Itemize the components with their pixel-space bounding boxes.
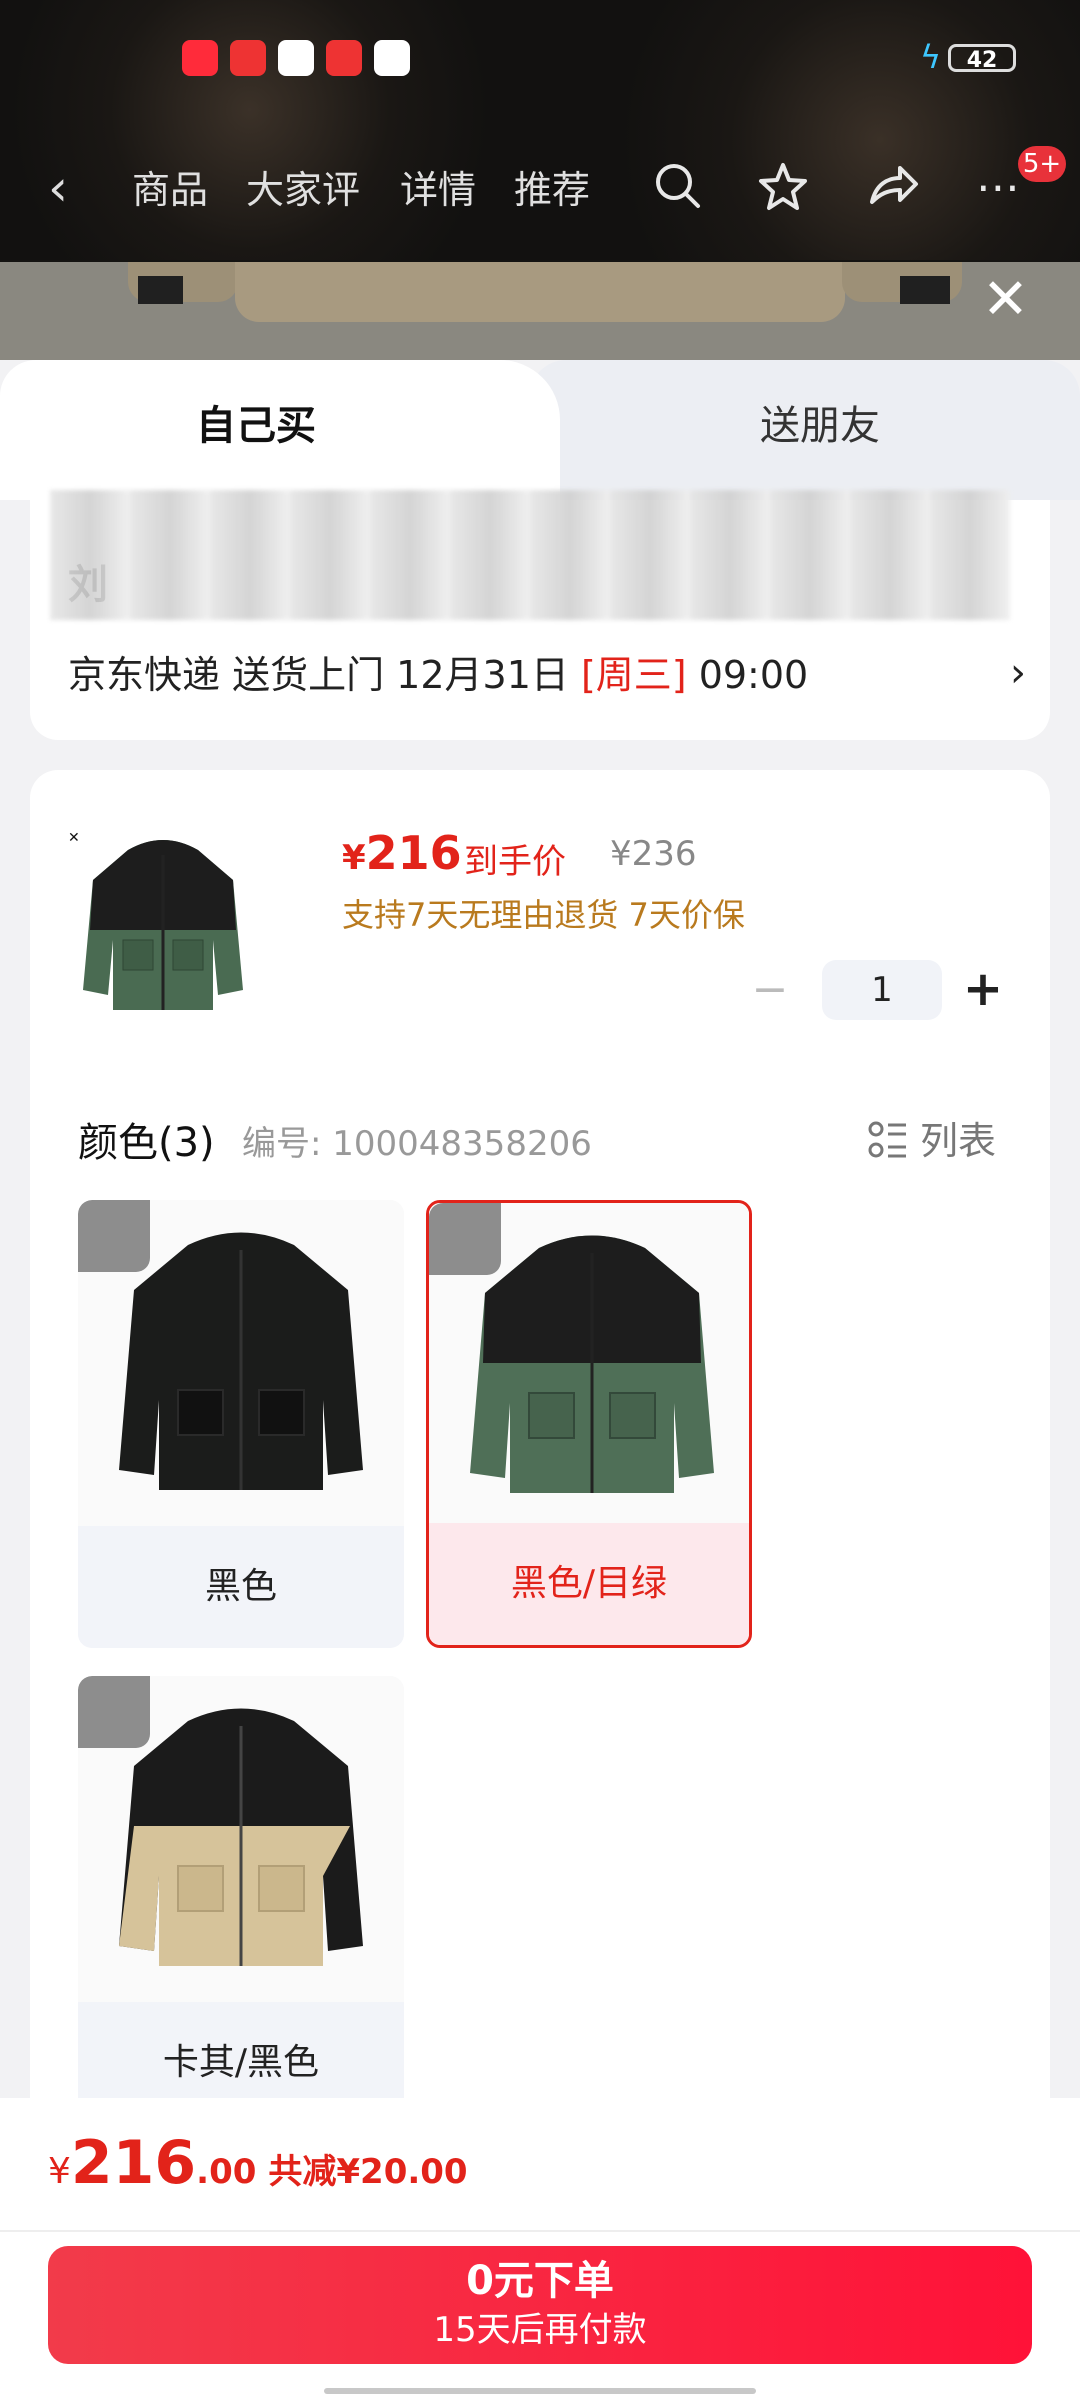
tab-recommend[interactable]: 推荐 [514,166,590,214]
list-view-button[interactable]: 列表 [920,1110,996,1165]
tab-self[interactable]: 自己买 [196,400,316,452]
service-perks: 支持7天无理由退货 7天价保 [342,896,745,934]
brand-logo [78,1200,150,1272]
brand-logo [429,1203,501,1275]
brand-logo [78,1676,150,1748]
message-badge: 5+ [1018,146,1066,182]
color-option-black[interactable]: 黑色 [78,1200,404,1648]
tab-product[interactable]: 商品 [132,166,208,214]
product-image-peek [0,262,1080,360]
total-integer: 216 [70,2128,197,2198]
app-icon [230,40,266,76]
total-price: ¥216.00 共减¥20.00 [48,2128,468,2198]
home-indicator[interactable] [324,2388,756,2394]
price-tag: 到手价 [464,842,566,882]
delivery-info: 京东快递 送货上门 12月31日 [周三] 09:00 [68,650,808,700]
share-icon[interactable] [866,160,920,226]
current-price: ¥216 [342,826,462,880]
product-thumbnail: ✕ [68,820,258,1020]
quantity-decrease-button[interactable]: − [750,968,790,1012]
svg-text:✕: ✕ [68,830,80,846]
back-icon[interactable]: ‹ [48,158,68,218]
order-button[interactable]: 0元下单 15天后再付款 [48,2246,1032,2364]
checkout-bar: ¥216.00 共减¥20.00 0元下单 15天后再付款 [0,2098,1080,2400]
app-icon [374,40,410,76]
color-option-khaki-black[interactable]: 卡其/黑色 [78,1676,404,2124]
status-bar [0,30,1080,90]
redacted-address [50,490,1010,620]
total-currency: ¥ [48,2151,71,2192]
search-icon[interactable] [652,160,704,224]
more-icon[interactable]: ⋯ [976,160,1020,216]
top-nav: ‹ 商品 大家评 详情 推荐 ⋯ [0,150,1080,230]
product-image-header: ϟ 42 ‹ 商品 大家评 详情 推荐 ⋯ 5+ ✕ [0,0,1080,360]
quantity-increase-button[interactable]: + [958,964,1008,1014]
divider [0,2230,1080,2232]
purchase-sheet: 送朋友 自己买 刘 京东快递 送货上门 12月31日 [周三] 09:00 › … [0,360,1080,2400]
total-decimal: .00 [196,2152,257,2192]
chevron-right-icon: › [1010,650,1026,696]
address-card[interactable]: 刘 京东快递 送货上门 12月31日 [周三] 09:00 › [30,490,1050,740]
battery-indicator: 42 [948,44,1016,73]
close-icon[interactable]: ✕ [982,270,1029,330]
app-icon [278,40,314,76]
total-discount: 共减¥20.00 [268,2152,468,2192]
tab-details[interactable]: 详情 [400,166,476,214]
order-button-title: 0元下单 [466,2258,614,2304]
original-price: ¥236 [610,834,697,874]
purchase-mode-tabs: 送朋友 自己买 [0,360,1080,500]
color-option-label: 黑色 [78,1526,404,1648]
tab-reviews[interactable]: 大家评 [246,166,360,214]
delivery-day: [周三] [580,653,687,697]
tab-gift[interactable]: 送朋友 [760,400,880,452]
favorite-star-icon[interactable] [756,160,810,226]
quantity-input[interactable]: 1 [822,960,942,1020]
tab-gift-bg[interactable]: 送朋友 [530,360,1080,500]
delivery-time: 09:00 [686,653,809,697]
sku-number: 编号: 100048358206 [242,1124,592,1164]
order-button-subtitle: 15天后再付款 [433,2310,647,2350]
delivery-text: 京东快递 送货上门 12月31日 [68,653,581,697]
color-option-black-green[interactable]: 黑色/目绿 [426,1200,752,1648]
color-section-title: 颜色(3) [78,1120,215,1166]
tab-self-bg[interactable]: 自己买 [0,360,560,500]
app-icon [182,40,218,76]
charging-icon: ϟ [920,38,942,76]
color-option-label: 黑色/目绿 [429,1523,749,1645]
list-view-icon[interactable] [868,1120,908,1160]
app-icon [326,40,362,76]
